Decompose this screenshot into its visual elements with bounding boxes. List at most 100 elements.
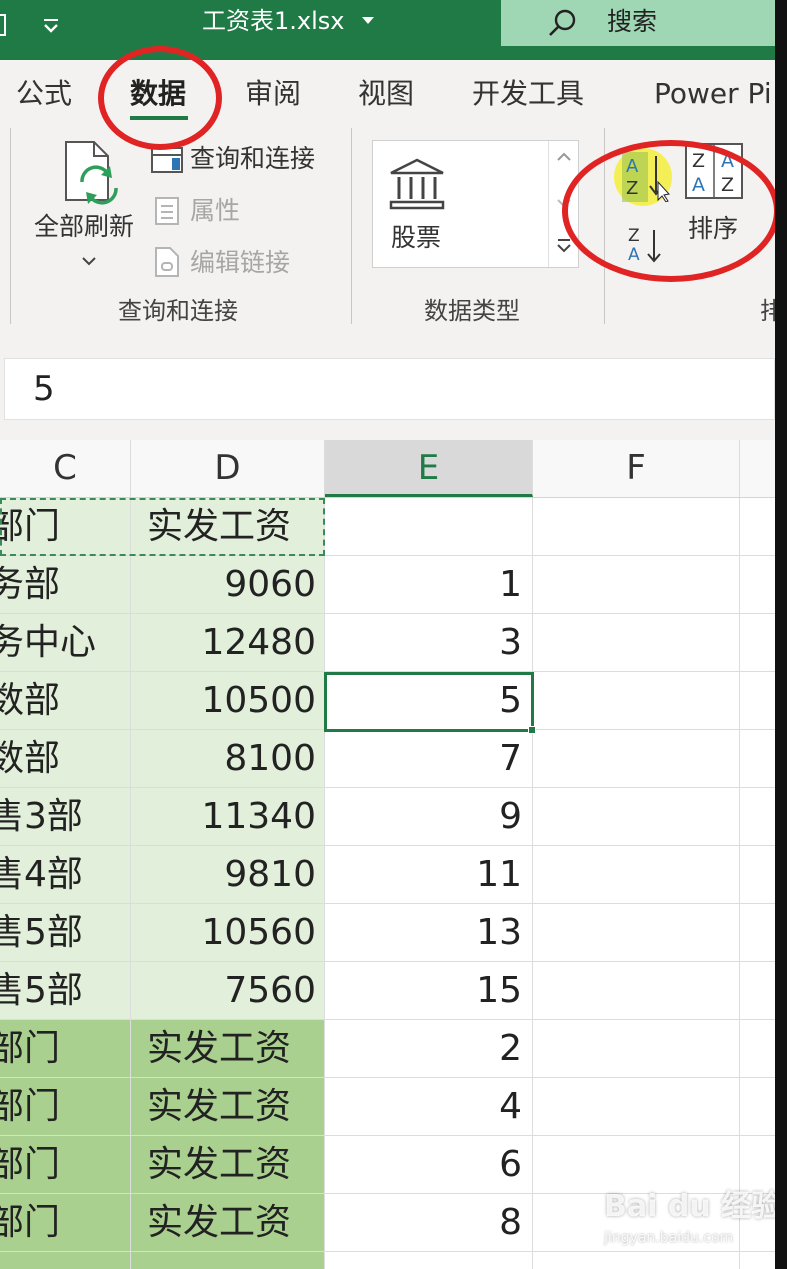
edit-links-icon	[155, 247, 179, 277]
cell-c[interactable]: 售3部	[0, 788, 131, 846]
table-row: 务部 9060 1	[0, 556, 775, 614]
queries-group-label: 查询和连接	[118, 297, 238, 325]
cell-c[interactable]: 务中心	[0, 614, 131, 672]
cell-f[interactable]	[533, 1020, 740, 1078]
table-row: 售3部 11340 9	[0, 788, 775, 846]
cell-d[interactable]: 实发工资	[131, 1078, 325, 1136]
cell-c[interactable]: 数部	[0, 730, 131, 788]
cell-f[interactable]	[533, 788, 740, 846]
chevron-down-icon[interactable]	[80, 254, 98, 268]
cell-e[interactable]: 2	[325, 1020, 533, 1078]
cell-d[interactable]: 实发工资	[131, 1194, 325, 1252]
cell-c[interactable]: 务部	[0, 556, 131, 614]
table-row: 部门 实发工资 2	[0, 1020, 775, 1078]
cell-c[interactable]: 部门	[0, 498, 131, 556]
cell-e[interactable]	[325, 1252, 533, 1269]
cell-f[interactable]	[533, 1078, 740, 1136]
refresh-all-label[interactable]: 全部刷新	[34, 212, 134, 242]
column-header-e[interactable]: E	[325, 440, 533, 497]
data-type-group-label: 数据类型	[424, 297, 520, 325]
cell-e[interactable]: 4	[325, 1078, 533, 1136]
cell-d[interactable]: 实发工资	[131, 1020, 325, 1078]
scroll-up-icon[interactable]	[555, 151, 573, 163]
formula-bar[interactable]: 5	[4, 358, 775, 420]
cell-e[interactable]: 8	[325, 1194, 533, 1252]
refresh-all-icon[interactable]	[60, 138, 124, 210]
cell-d[interactable]: 8100	[131, 730, 325, 788]
cell-g[interactable]	[740, 1136, 775, 1194]
properties-icon	[155, 197, 179, 225]
stocks-label[interactable]: 股票	[391, 223, 441, 253]
tab-power-pivot[interactable]: Power Pi	[654, 76, 772, 112]
cell-d[interactable]: 7560	[131, 962, 325, 1020]
cell-e[interactable]: 1	[325, 556, 533, 614]
cell-d[interactable]: 12480	[131, 614, 325, 672]
cell-d[interactable]: 9060	[131, 556, 325, 614]
column-header-f[interactable]: F	[533, 440, 740, 497]
cell-g[interactable]	[740, 962, 775, 1020]
cell-c[interactable]: 售5部	[0, 962, 131, 1020]
cell-f[interactable]	[533, 556, 740, 614]
cell-d[interactable]: 实发工资	[131, 498, 325, 556]
cell-g[interactable]	[740, 556, 775, 614]
tab-developer[interactable]: 开发工具	[472, 76, 584, 112]
cell-g[interactable]	[740, 846, 775, 904]
cell-d[interactable]: 10500	[131, 672, 325, 730]
cell-g[interactable]	[740, 498, 775, 556]
cell-e[interactable]: 13	[325, 904, 533, 962]
cell-g[interactable]	[740, 788, 775, 846]
cell-c[interactable]: 部门	[0, 1194, 131, 1252]
column-header-d[interactable]: D	[131, 440, 325, 497]
cell-d[interactable]	[131, 1252, 325, 1269]
cell-g[interactable]	[740, 730, 775, 788]
column-header-c[interactable]: C	[0, 440, 131, 497]
cell-c[interactable]: 部门	[0, 1078, 131, 1136]
window-edge-icon	[0, 14, 6, 36]
cell-g[interactable]	[740, 672, 775, 730]
cell-f[interactable]	[533, 614, 740, 672]
tab-view[interactable]: 视图	[358, 76, 414, 112]
annotation-circle-sort	[562, 140, 775, 282]
data-type-gallery[interactable]: 股票	[372, 140, 579, 268]
cell-d[interactable]: 11340	[131, 788, 325, 846]
cell-f[interactable]	[533, 962, 740, 1020]
active-cell-border	[324, 672, 534, 732]
cell-f[interactable]	[533, 730, 740, 788]
cell-e[interactable]: 15	[325, 962, 533, 1020]
cell-f[interactable]	[533, 498, 740, 556]
cell-d[interactable]: 10560	[131, 904, 325, 962]
tab-formulas[interactable]: 公式	[16, 76, 72, 112]
quick-access-dropdown-icon[interactable]	[36, 10, 66, 40]
search-box[interactable]: 搜索	[501, 0, 775, 46]
cell-e[interactable]: 9	[325, 788, 533, 846]
cell-e[interactable]: 11	[325, 846, 533, 904]
cell-f[interactable]	[533, 904, 740, 962]
cell-c[interactable]: 售5部	[0, 904, 131, 962]
cell-c[interactable]: 部门	[0, 1136, 131, 1194]
cell-c[interactable]: 售4部	[0, 846, 131, 904]
cell-e[interactable]: 3	[325, 614, 533, 672]
column-header-g[interactable]	[740, 440, 775, 497]
queries-connections-icon[interactable]	[150, 146, 184, 174]
cell-e[interactable]: 7	[325, 730, 533, 788]
cell-f[interactable]	[533, 672, 740, 730]
annotation-circle-data-tab	[98, 46, 222, 150]
queries-connections-label[interactable]: 查询和连接	[190, 144, 315, 174]
cell-d[interactable]: 实发工资	[131, 1136, 325, 1194]
tab-review[interactable]: 审阅	[245, 76, 301, 112]
cell-c[interactable]: 数部	[0, 672, 131, 730]
cell-e[interactable]: 6	[325, 1136, 533, 1194]
fill-handle[interactable]	[528, 726, 536, 734]
cell-g[interactable]	[740, 1078, 775, 1136]
cell-e[interactable]	[325, 498, 533, 556]
cell-f[interactable]	[533, 846, 740, 904]
cell-g[interactable]	[740, 614, 775, 672]
cell-d[interactable]: 9810	[131, 846, 325, 904]
cell-c[interactable]	[0, 1252, 131, 1269]
title-chevron-down-icon[interactable]	[360, 10, 376, 30]
cell-f[interactable]	[533, 1136, 740, 1194]
cell-g[interactable]	[740, 904, 775, 962]
file-title[interactable]: 工资表1.xlsx	[202, 6, 344, 36]
cell-g[interactable]	[740, 1020, 775, 1078]
cell-c[interactable]: 部门	[0, 1020, 131, 1078]
